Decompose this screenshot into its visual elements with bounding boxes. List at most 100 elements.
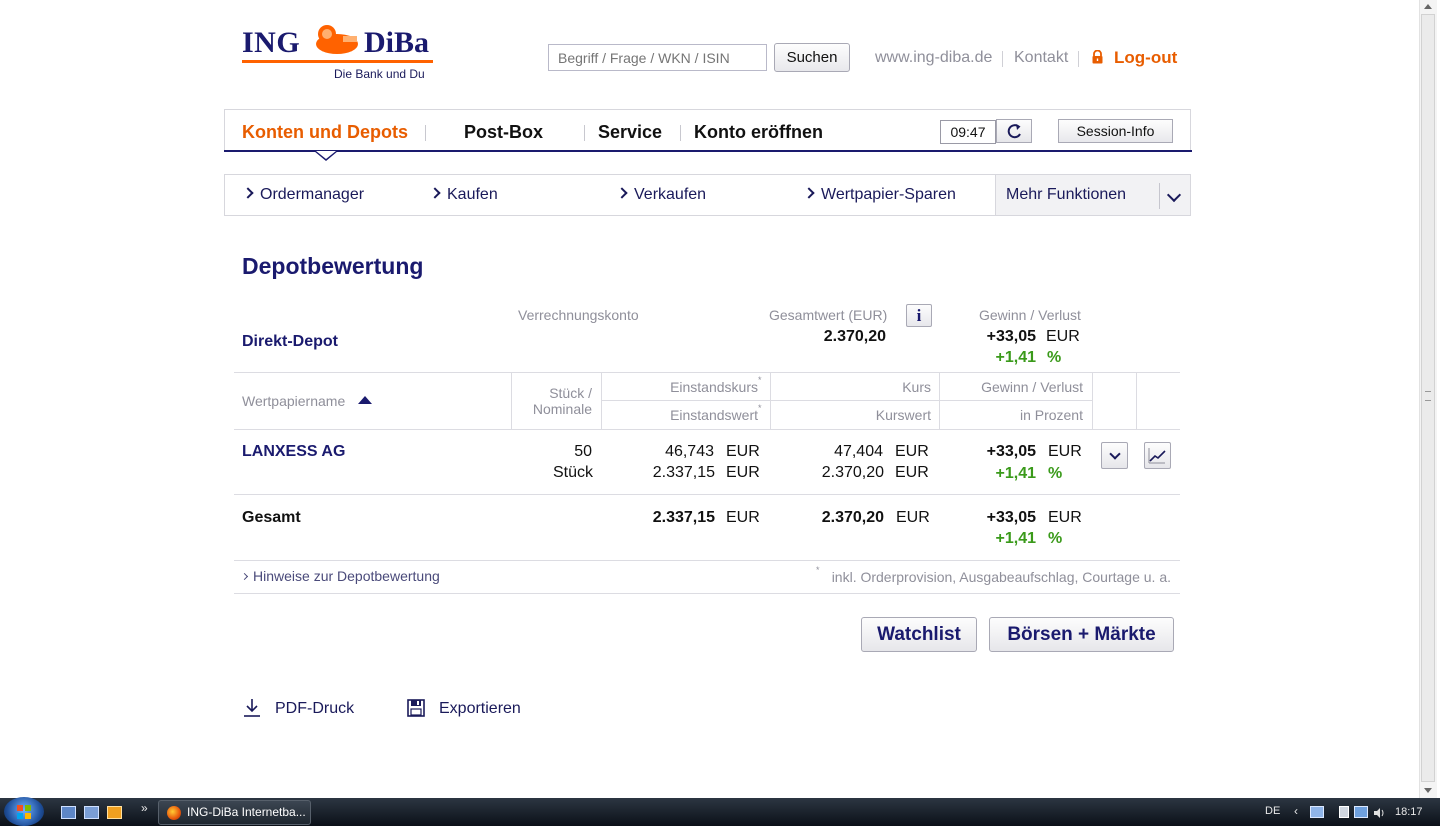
active-tab-caret-inner [316,151,336,159]
link-separator [1002,51,1003,67]
sort-ascending-icon[interactable] [358,396,372,404]
nav-konto-eroeffnen[interactable]: Konto eröffnen [694,122,823,143]
nav-post-box[interactable]: Post-Box [464,122,543,143]
total-gain-pct-unit: % [1048,530,1063,547]
switch-windows-icon[interactable] [84,806,99,819]
row-actions-dropdown-button[interactable] [1101,442,1128,469]
footnote-marker: * [758,375,762,385]
session-timer: 09:47 [940,120,996,144]
depot-gain-pct: +1,41 [995,349,1036,366]
row-gain-pct-unit: % [1048,465,1063,482]
row-qty-unit: Stück [552,464,593,481]
total-cost-value-unit: EUR [726,509,760,526]
row-gain-abs-unit: EUR [1048,443,1082,460]
scroll-up-arrow-icon[interactable] [1424,4,1432,9]
gain-loss-label: Gewinn / Verlust [979,307,1081,323]
watchlist-button[interactable]: Watchlist [861,617,977,652]
contact-link[interactable]: Kontakt [1014,49,1068,67]
search-input[interactable] [548,44,767,71]
row-cost-price-unit: EUR [726,443,760,460]
logo-diba-text: DiBa [364,26,430,59]
markets-button[interactable]: Börsen + Märkte [989,617,1174,652]
lock-icon [1092,50,1103,64]
col-header-market-value: Kurswert [875,407,931,423]
table-top-border [234,372,1180,373]
logout-link[interactable]: Log-out [1114,48,1177,68]
media-player-icon[interactable] [107,806,122,819]
total-row-label: Gesamt [242,509,301,526]
subnav-kaufen[interactable]: Kaufen [429,186,498,204]
total-value-label: Gesamtwert (EUR) [769,307,888,323]
tray-volume-icon[interactable] [1373,806,1385,818]
scroll-down-arrow-icon[interactable] [1424,788,1432,793]
col-header-cost-price: Einstandskurs [670,379,758,395]
row-border [234,494,1180,495]
row-gain-pct: +1,41 [995,465,1036,482]
session-info-button[interactable]: Session-Info [1058,119,1173,143]
chevron-right-icon [616,187,628,199]
logo-tagline: Die Bank und Du [334,67,425,81]
quicklaunch-overflow-icon[interactable]: » [141,801,148,815]
page-title: Depotbewertung [242,253,424,279]
lion-logo-icon [316,25,358,54]
footnote-text: inkl. Orderprovision, Ausgabeaufschlag, … [831,569,1171,585]
col-header-gain-pct: in Prozent [1019,407,1083,423]
col-header-gain-loss: Gewinn / Verlust [981,379,1083,395]
header-mid-border [601,400,1092,401]
nav-konten-und-depots[interactable]: Konten und Depots [242,122,408,143]
start-button[interactable] [4,797,44,826]
tray-network-icon[interactable] [1354,806,1368,818]
tray-device-icon[interactable] [1339,806,1349,818]
nav-service[interactable]: Service [598,122,662,143]
taskbar-browser-window[interactable]: ING-DiBa Internetba... [158,800,311,825]
logo-underline [242,60,433,63]
subnav-wertpapier-sparen[interactable]: Wertpapier-Sparen [803,186,956,204]
row-price: 47,404 [834,443,883,460]
total-market-value-unit: EUR [896,509,930,526]
chevron-right-icon [240,572,249,581]
col-header-qty-1: Stück / [549,385,592,401]
depot-total-value: 2.370,20 [823,328,886,345]
windows-logo-icon [17,805,31,819]
row-cost-value-unit: EUR [726,464,760,481]
website-link[interactable]: www.ing-diba.de [875,49,992,67]
hints-link[interactable]: Hinweise zur Depotbewertung [240,568,440,584]
row-price-unit: EUR [895,443,929,460]
subnav-ordermanager[interactable]: Ordermanager [242,186,364,204]
chevron-right-icon [242,187,254,199]
tray-expand-icon[interactable]: ‹ [1294,804,1298,818]
col-header-name[interactable]: Wertpapiername [242,393,345,409]
subnav-verkaufen[interactable]: Verkaufen [616,186,706,204]
tray-monitor-icon[interactable] [1310,806,1324,818]
col-header-price: Kurs [902,379,931,395]
search-button[interactable]: Suchen [774,43,850,72]
total-market-value: 2.370,20 [821,509,884,526]
total-row-border [234,560,1180,561]
save-disk-icon [407,699,425,717]
logo-ing-text: ING [242,26,301,59]
depot-name[interactable]: Direkt-Depot [242,333,338,351]
col-header-cost-value: Einstandswert [670,407,758,423]
chevron-right-icon [429,187,441,199]
chart-button[interactable] [1144,442,1171,469]
header-bottom-border [234,429,1180,430]
row-market-value-unit: EUR [895,464,929,481]
footnote-marker: * [816,565,820,575]
refresh-session-button[interactable] [996,119,1032,143]
language-indicator[interactable]: DE [1265,805,1280,817]
system-clock: 18:17 [1395,806,1423,818]
refresh-icon [1007,124,1021,139]
vertical-scrollbar[interactable] [1419,0,1437,798]
row-cost-value: 2.337,15 [652,464,715,481]
depot-gain-abs: +33,05 [986,328,1036,345]
nav-separator [425,125,426,141]
show-desktop-icon[interactable] [61,806,76,819]
firefox-icon [167,806,181,820]
footnote-marker: * [758,403,762,413]
more-functions-label: Mehr Funktionen [1006,186,1127,203]
security-name-link[interactable]: LANXESS AG [242,443,345,461]
depot-gain-pct-unit: % [1047,349,1062,366]
main-nav-underline [224,150,1192,152]
info-button[interactable]: i [906,304,932,327]
nav-separator [680,125,681,141]
